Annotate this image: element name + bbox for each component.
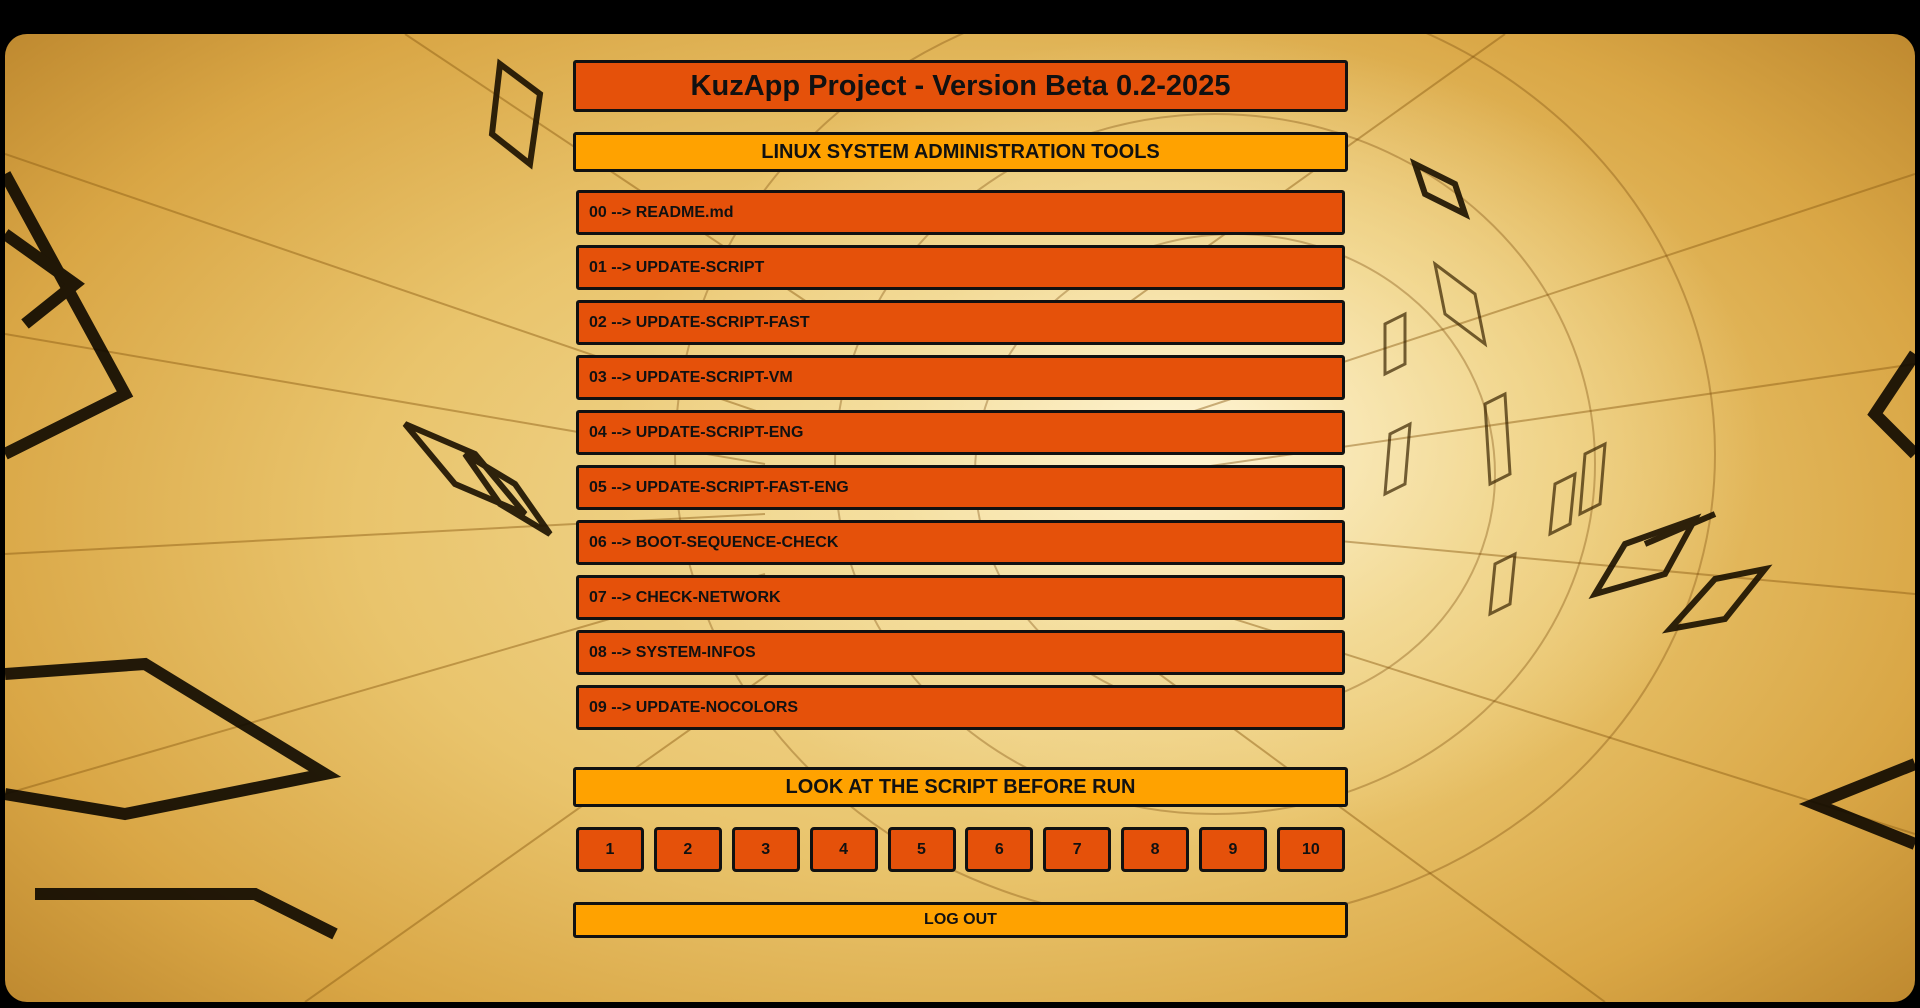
view-script-button-6[interactable]: 6 [965,827,1034,872]
view-script-button-7[interactable]: 7 [1043,827,1112,872]
menu-item-check-network[interactable]: 07 --> CHECK-NETWORK [576,575,1345,620]
menu-item-update-script[interactable]: 01 --> UPDATE-SCRIPT [576,245,1345,290]
view-script-button-8[interactable]: 8 [1121,827,1190,872]
view-script-button-5[interactable]: 5 [887,827,956,872]
menu-item-update-nocolors[interactable]: 09 --> UPDATE-NOCOLORS [576,685,1345,730]
tools-header: LINUX SYSTEM ADMINISTRATION TOOLS [573,132,1348,172]
menu-item-system-infos[interactable]: 08 --> SYSTEM-INFOS [576,630,1345,675]
view-script-button-3[interactable]: 3 [731,827,800,872]
view-script-button-2[interactable]: 2 [653,827,722,872]
app-title: KuzApp Project - Version Beta 0.2-2025 [573,60,1348,112]
view-script-button-9[interactable]: 9 [1199,827,1267,872]
menu-item-update-script-fast[interactable]: 02 --> UPDATE-SCRIPT-FAST [576,300,1345,345]
script-view-buttons: 1 2 3 4 5 6 7 8 9 10 [576,827,1345,872]
menu-item-update-script-vm[interactable]: 03 --> UPDATE-SCRIPT-VM [576,355,1345,400]
menu-item-readme[interactable]: 00 --> README.md [576,190,1345,235]
tools-menu: 00 --> README.md 01 --> UPDATE-SCRIPT 02… [576,190,1345,730]
menu-item-update-script-eng[interactable]: 04 --> UPDATE-SCRIPT-ENG [576,410,1345,455]
view-script-button-1[interactable]: 1 [576,827,644,872]
menu-item-boot-sequence-check[interactable]: 06 --> BOOT-SEQUENCE-CHECK [576,520,1345,565]
view-script-button-4[interactable]: 4 [809,827,878,872]
view-script-button-10[interactable]: 10 [1276,827,1345,872]
logout-button[interactable]: LOG OUT [573,902,1348,938]
app-window: KuzApp Project - Version Beta 0.2-2025 L… [5,34,1915,1002]
script-viewer-header: LOOK AT THE SCRIPT BEFORE RUN [573,767,1348,807]
menu-item-update-script-fast-eng[interactable]: 05 --> UPDATE-SCRIPT-FAST-ENG [576,465,1345,510]
main-panel: KuzApp Project - Version Beta 0.2-2025 L… [573,60,1348,938]
